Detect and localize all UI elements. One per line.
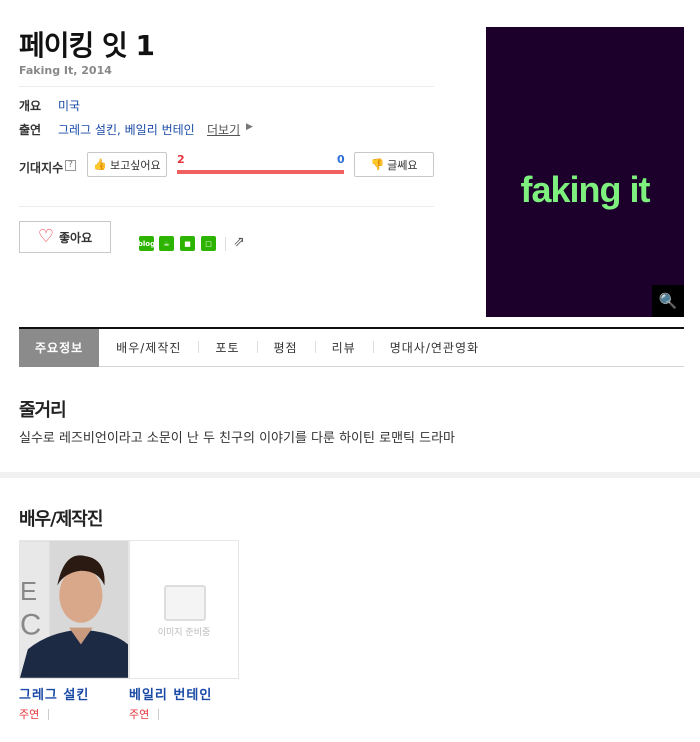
zoom-icon[interactable]: 🔍	[652, 285, 684, 317]
cast-label: 출연	[19, 123, 42, 137]
help-icon[interactable]: ?	[65, 160, 76, 171]
image-placeholder-icon	[164, 585, 206, 621]
tab-0[interactable]: 주요정보	[19, 328, 100, 367]
divider	[19, 86, 434, 87]
overview-label: 개요	[19, 99, 42, 113]
placeholder-text: 이미지 준비중	[157, 628, 211, 638]
cast-photo: E C	[20, 541, 128, 678]
not-sure-label: 글쎄요	[387, 158, 418, 172]
like-label: 좋아요	[59, 230, 93, 245]
share-cafe-icon[interactable]: ☕	[159, 236, 174, 251]
original-title: Faking It, 2014	[19, 64, 112, 77]
poster-image[interactable]: faking it	[486, 27, 684, 317]
share-icon[interactable]: ⇗	[233, 234, 245, 250]
share-bookmark-icon[interactable]: ■	[180, 236, 195, 251]
cast-photo-card[interactable]: E C	[19, 540, 129, 679]
cast-role: 주연	[19, 708, 40, 721]
cast-photo-card[interactable]: 이미지 준비중	[129, 540, 239, 679]
meh-count: 0	[337, 153, 345, 166]
tab-5[interactable]: 명대사/연관영화	[372, 339, 496, 356]
tab-3[interactable]: 평점	[256, 339, 315, 356]
synopsis-heading: 줄거리	[19, 400, 67, 421]
heart-icon: ♡	[37, 226, 54, 247]
want-count: 2	[177, 153, 185, 166]
svg-text:E: E	[20, 578, 37, 606]
cast-name-link[interactable]: 베일리 번테인	[129, 684, 212, 703]
tab-4[interactable]: 리뷰	[314, 339, 373, 356]
cast-heading: 배우/제작진	[19, 509, 103, 530]
not-sure-button[interactable]: 👎 글쎄요	[354, 152, 434, 177]
thumb-up-icon: 👍	[93, 158, 108, 171]
expectation-bar-fill	[177, 170, 344, 174]
expectation-bar	[177, 170, 344, 174]
share-divider	[225, 237, 226, 251]
synopsis-text: 실수로 레즈비언이라고 소문이 난 두 친구의 이야기를 다룬 하이틴 로맨틱 …	[19, 431, 456, 446]
thumb-down-icon: 👎	[370, 158, 385, 171]
tab-bar: 주요정보 배우/제작진 포토 평점 리뷰 명대사/연관영화	[19, 327, 684, 367]
divider	[19, 206, 434, 207]
poster-title: faking it	[520, 169, 650, 210]
like-button[interactable]: ♡ 좋아요	[19, 221, 111, 253]
cast-names-link[interactable]: 그레그 설킨, 베일리 번테인	[58, 121, 195, 138]
role-divider	[48, 709, 49, 720]
cast-name-link[interactable]: 그레그 설킨	[19, 684, 89, 703]
page-title: 페이킹 잇 1	[19, 29, 155, 62]
tab-2[interactable]: 포토	[198, 339, 256, 356]
want-to-see-label: 보고싶어요	[110, 158, 161, 172]
share-blog-icon[interactable]: blog	[138, 236, 155, 251]
cast-photo-placeholder: 이미지 준비중	[130, 541, 238, 678]
section-divider	[0, 472, 700, 478]
overview-country-link[interactable]: 미국	[58, 97, 80, 114]
share-memo-icon[interactable]: □	[201, 236, 216, 251]
more-link[interactable]: 더보기	[207, 121, 240, 138]
tab-1[interactable]: 배우/제작진	[99, 339, 198, 356]
role-divider	[158, 709, 159, 720]
svg-text:C: C	[20, 609, 41, 642]
chevron-right-icon: ▶	[246, 122, 253, 132]
expectation-label: 기대지수	[19, 161, 64, 175]
cast-role: 주연	[129, 708, 150, 721]
want-to-see-button[interactable]: 👍 보고싶어요	[87, 152, 167, 177]
